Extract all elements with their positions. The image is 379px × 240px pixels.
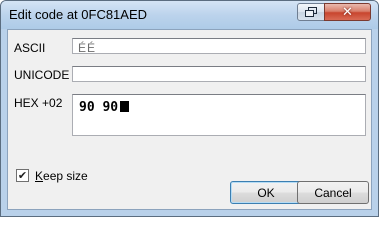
ascii-label: ASCII <box>14 41 46 55</box>
close-button[interactable]: ✕ <box>324 3 371 21</box>
window-title: Edit code at 0FC81AED <box>9 7 148 22</box>
hex-value: 90 90 <box>79 100 119 115</box>
close-icon: ✕ <box>342 4 353 20</box>
keep-size-checkbox[interactable]: ✔ <box>16 169 29 182</box>
hex-value-line: 90 90 <box>79 100 130 115</box>
unicode-label: UNICODE <box>14 68 70 82</box>
restore-icon <box>305 7 317 17</box>
dialog-body: ASCII ÉÉ UNICODE HEX +02 90 90 ✔ Keep si… <box>7 29 372 210</box>
text-cursor <box>120 101 130 112</box>
hex-label: HEX +02 <box>14 96 63 110</box>
restore-button[interactable] <box>297 3 325 21</box>
hex-input[interactable]: 90 90 <box>72 94 366 136</box>
title-bar[interactable]: Edit code at 0FC81AED ✕ <box>1 1 378 29</box>
ok-button[interactable]: OK <box>230 181 302 204</box>
checkmark-icon: ✔ <box>17 169 28 182</box>
keep-size-label[interactable]: Keep size <box>35 169 88 183</box>
cancel-button[interactable]: Cancel <box>297 181 369 204</box>
ascii-value: ÉÉ <box>78 41 97 55</box>
unicode-input[interactable] <box>72 66 366 82</box>
edit-code-dialog: Edit code at 0FC81AED ✕ ASCII ÉÉ UNICODE… <box>0 0 379 217</box>
ascii-input[interactable]: ÉÉ <box>72 38 366 55</box>
